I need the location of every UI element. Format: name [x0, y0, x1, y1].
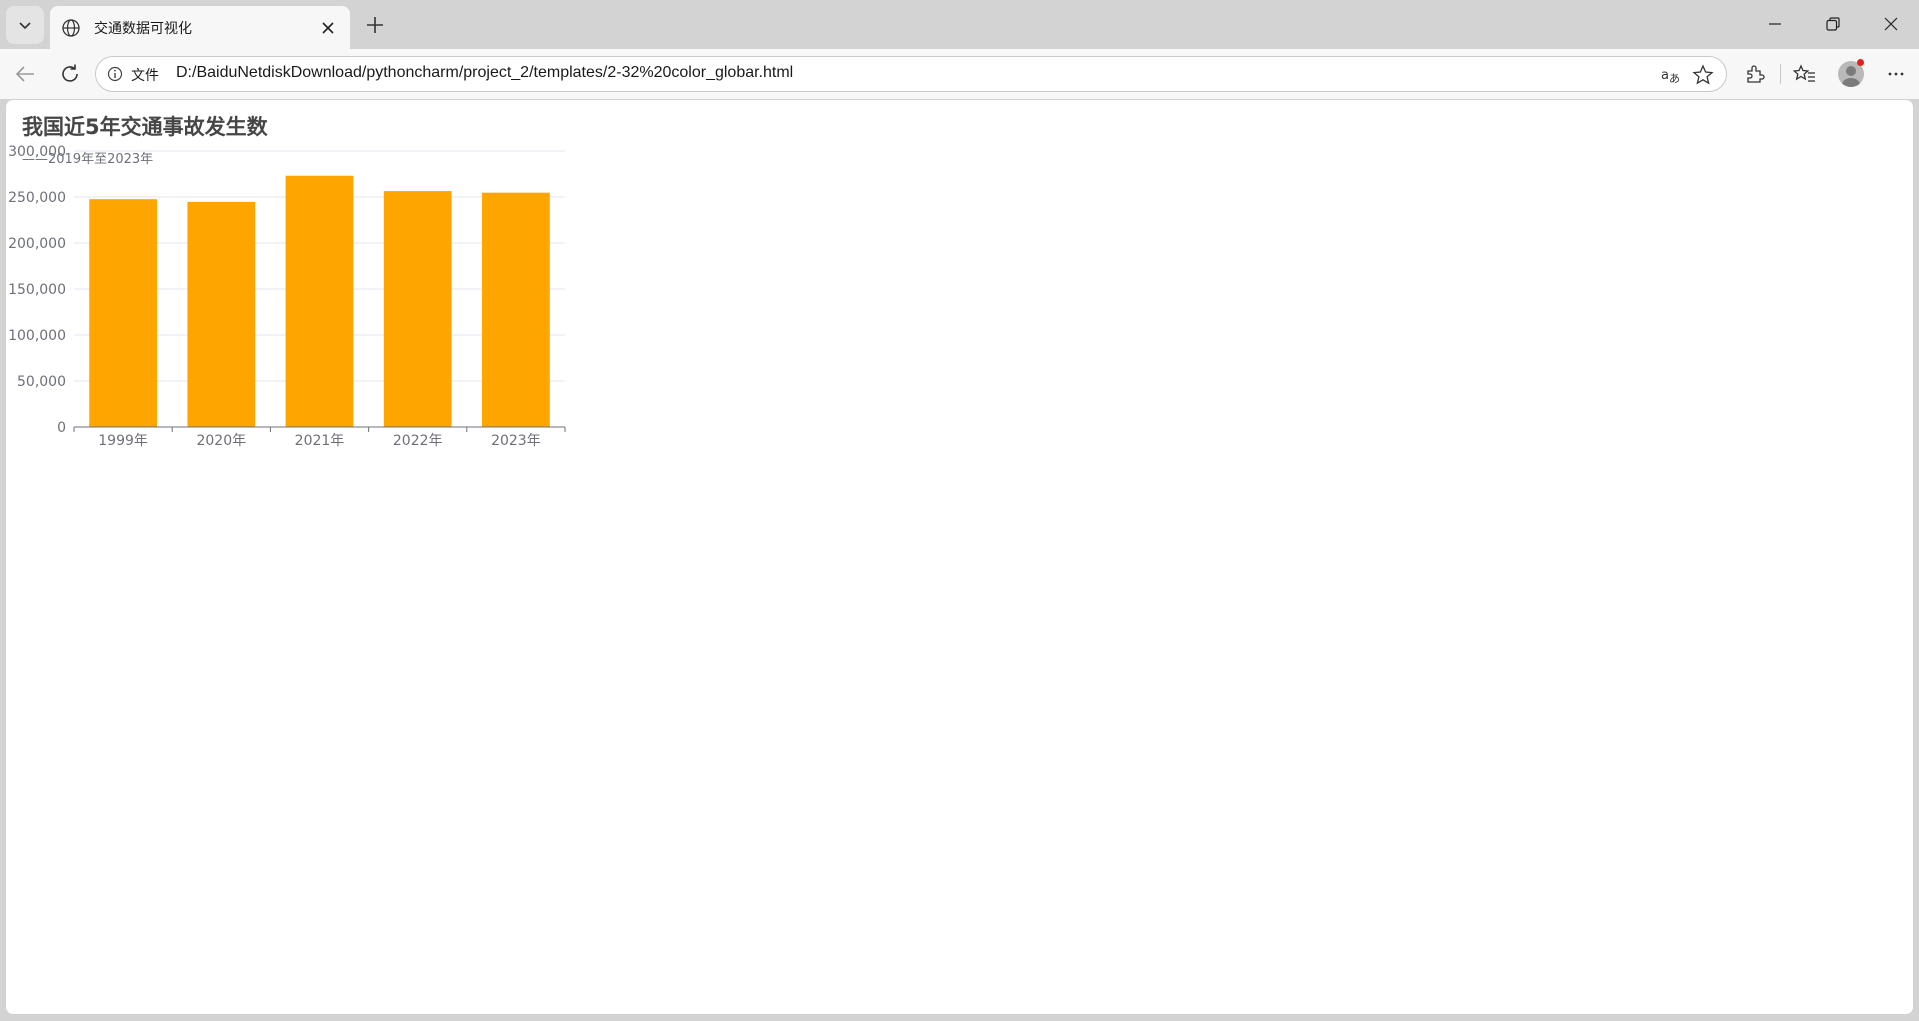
bar — [383, 191, 452, 427]
favorites-list-icon — [1793, 64, 1815, 82]
back-arrow-icon — [15, 66, 34, 82]
more-dots-icon — [1888, 72, 1904, 76]
bar — [482, 192, 550, 427]
restore-icon — [1826, 17, 1840, 31]
scheme-label: 文件 — [131, 68, 159, 84]
y-tick-label: 100,000 — [8, 328, 66, 344]
y-tick-label: 200,000 — [8, 236, 66, 252]
plus-icon — [367, 17, 383, 33]
svg-text:a: a — [1661, 68, 1669, 83]
back-button[interactable] — [10, 59, 40, 89]
tab-title: 交通数据可视化 — [94, 20, 192, 37]
reload-icon — [62, 64, 78, 82]
favorite-star-icon[interactable] — [1691, 63, 1715, 87]
y-tick-label: 250,000 — [8, 190, 66, 206]
url-text[interactable]: D:/BaiduNetdiskDownload/pythoncharm/proj… — [176, 64, 793, 82]
close-window-button[interactable] — [1868, 6, 1914, 42]
minimize-icon — [1769, 23, 1781, 25]
puzzle-icon — [1747, 65, 1765, 83]
tab-list-button[interactable] — [6, 6, 44, 44]
x-tick-label: 2022年 — [393, 433, 443, 449]
bar — [187, 201, 256, 427]
x-tick-label: 2021年 — [295, 433, 345, 449]
x-tick-label: 2023年 — [491, 433, 541, 449]
svg-text:あ: あ — [1669, 72, 1680, 85]
more-menu-button[interactable] — [1883, 61, 1909, 87]
notification-dot — [1857, 59, 1864, 66]
restore-button[interactable] — [1810, 6, 1856, 42]
bar — [285, 175, 354, 427]
address-bar[interactable]: 文件 D:/BaiduNetdiskDownload/pythoncharm/p… — [95, 56, 1727, 92]
reload-button[interactable] — [55, 59, 85, 89]
x-tick-label: 2020年 — [196, 433, 246, 449]
read-aloud-translate-icon[interactable]: aあ — [1659, 63, 1683, 87]
extensions-button[interactable] — [1742, 61, 1768, 87]
close-window-icon — [1884, 17, 1898, 31]
browser-toolbar: 文件 D:/BaiduNetdiskDownload/pythoncharm/p… — [0, 49, 1919, 99]
y-tick-label: 50,000 — [17, 374, 66, 390]
y-tick-label: 150,000 — [8, 282, 66, 298]
toolbar-divider — [1780, 64, 1781, 84]
y-tick-label: 0 — [57, 420, 66, 436]
chevron-down-icon — [19, 22, 31, 30]
page-viewport: 我国近5年交通事故发生数 ——2019年至2023年 0 50,000 100,00… — [5, 99, 1914, 1015]
browser-tab[interactable]: 交通数据可视化 — [50, 6, 350, 49]
y-tick-label: 300,000 — [8, 144, 66, 160]
minimize-button[interactable] — [1752, 6, 1798, 42]
bar — [89, 199, 157, 427]
close-icon[interactable] — [314, 14, 342, 42]
favorites-button[interactable] — [1792, 61, 1818, 87]
bar-chart: 0 50,000 100,000 150,000 200,000 250,000 300,0… — [8, 144, 566, 449]
tab-bar: 交通数据可视化 — [0, 0, 1919, 49]
x-tick-label: 1999年 — [98, 433, 148, 449]
new-tab-button[interactable] — [360, 10, 390, 40]
globe-icon — [60, 17, 82, 39]
info-icon[interactable] — [106, 65, 124, 83]
